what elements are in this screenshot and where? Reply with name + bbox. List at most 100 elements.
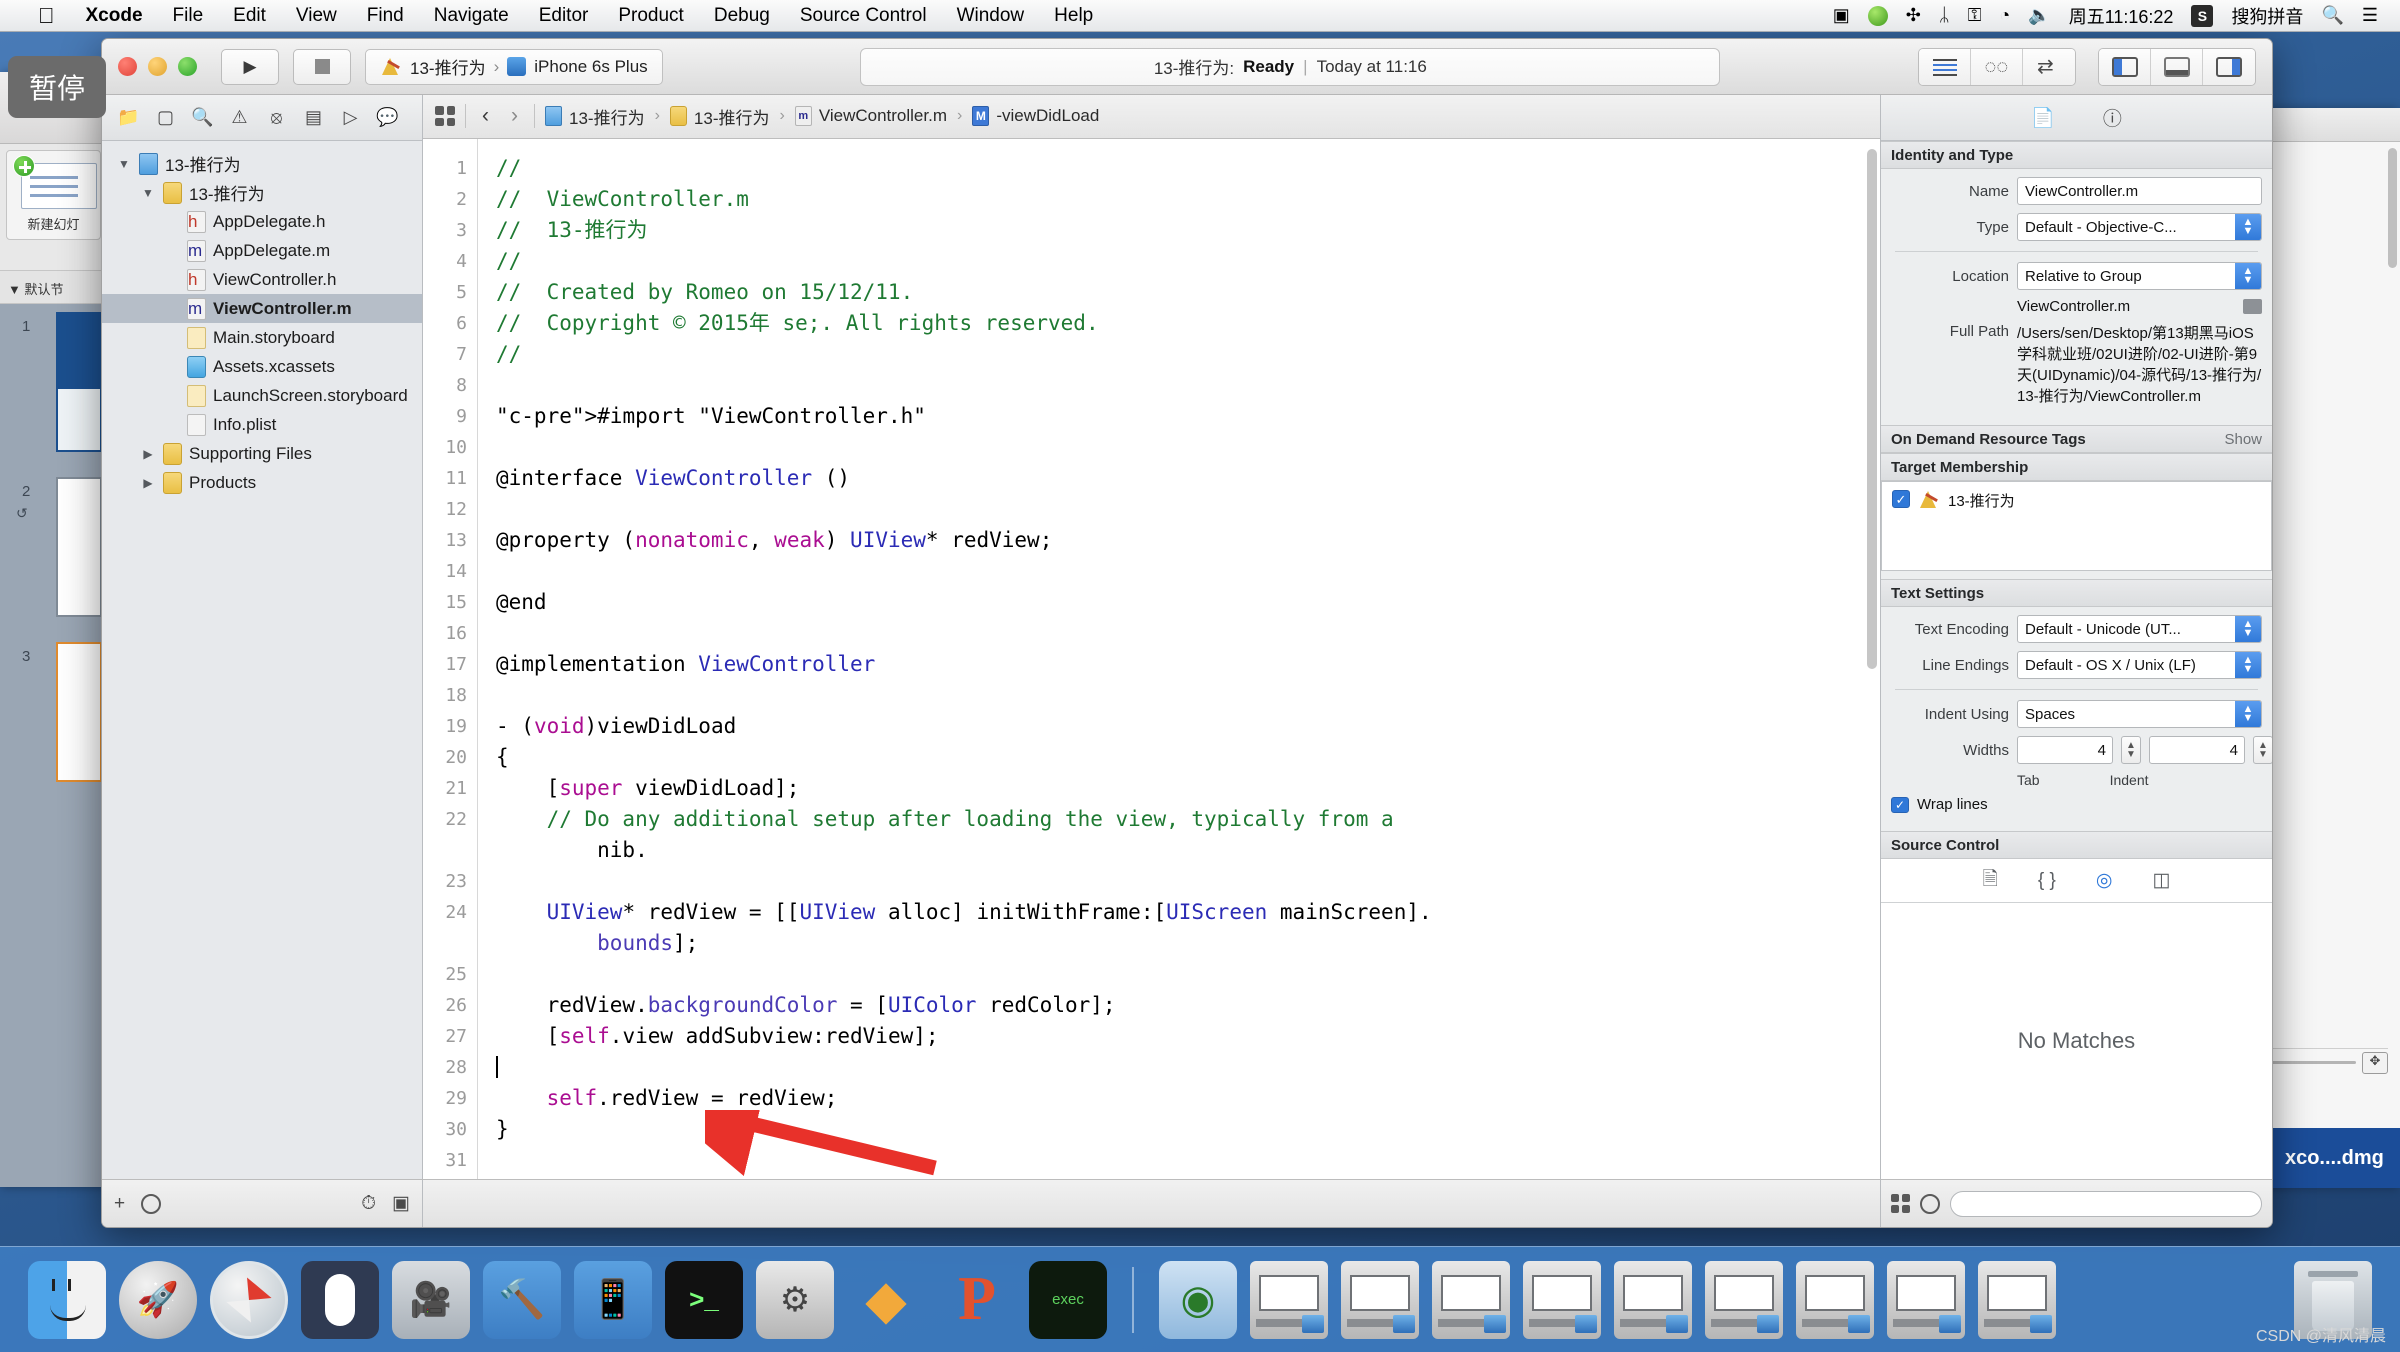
dock-item-safari[interactable]	[210, 1260, 288, 1339]
text-settings-header[interactable]: Text Settings	[1881, 579, 2272, 607]
navigator-tab-bar[interactable]: 📁 ▢ 🔍 ⚠ ⦻ ▤ ▷ 💬	[102, 95, 422, 141]
find-navigator-tab[interactable]: 🔍	[184, 101, 221, 135]
dock-item-launchpad[interactable]: 🚀	[119, 1260, 197, 1339]
code-line[interactable]: // Created by Romeo on 15/12/11.	[496, 277, 1880, 308]
menu-item-window[interactable]: Window	[942, 5, 1040, 27]
code-line[interactable]: @interface ViewController ()	[496, 463, 1880, 494]
tree-item-ViewController.m[interactable]: ▶mViewController.m	[102, 294, 422, 323]
code-line[interactable]: // Copyright © 2015年 se;. All rights res…	[496, 308, 1880, 339]
code-line[interactable]	[496, 680, 1880, 711]
menu-item-navigate[interactable]: Navigate	[419, 5, 524, 27]
type-select[interactable]: Default - Objective-C... ▲ ▼	[2017, 213, 2262, 241]
list-item[interactable]: 1	[0, 304, 107, 469]
project-navigator-tab[interactable]: 📁	[110, 101, 147, 135]
toggle-navigator-button[interactable]	[2099, 48, 2151, 85]
inspector-tab-bar[interactable]: 📄 ⓘ	[1881, 95, 2272, 141]
disclosure-open-icon[interactable]: ▼	[140, 186, 156, 200]
code-line[interactable]: UIView* redView = [[UIView alloc] initWi…	[496, 897, 1880, 959]
slide-thumb[interactable]	[56, 312, 102, 452]
source-code-text[interactable]: //// ViewController.m// 13-推行为//// Creat…	[478, 139, 1880, 1179]
source-control-button[interactable]: ▣	[392, 1192, 410, 1215]
code-line[interactable]	[496, 494, 1880, 525]
dock-minimized-window-4[interactable]	[1523, 1260, 1601, 1339]
breadcrumb-method[interactable]: M -viewDidLoad	[972, 106, 1099, 127]
pane-toggle-group[interactable]	[2098, 47, 2256, 86]
target-membership-list[interactable]: ✓ 13-推行为	[1881, 481, 2272, 571]
code-line[interactable]	[496, 556, 1880, 587]
choose-folder-icon[interactable]	[2243, 299, 2262, 314]
location-select[interactable]: Relative to Group ▲ ▼	[2017, 262, 2262, 290]
tree-item-AppDelegate.m[interactable]: ▶mAppDelegate.m	[102, 236, 422, 265]
dock-item-quicktime[interactable]: 🎥	[392, 1260, 470, 1339]
dock-minimized-window-1[interactable]	[1250, 1260, 1328, 1339]
code-line[interactable]: [self.view addSubview:redView];	[496, 1021, 1880, 1052]
chevron-updown-icon[interactable]: ▲ ▼	[2235, 652, 2261, 678]
keynote-section-header[interactable]: ▼ 默认节	[0, 270, 107, 304]
menu-item-xcode[interactable]: Xcode	[71, 5, 158, 27]
menu-item-view[interactable]: View	[281, 5, 352, 27]
dock-minimized-window-5[interactable]	[1614, 1260, 1692, 1339]
menu-item-help[interactable]: Help	[1039, 5, 1108, 27]
slide-thumb[interactable]	[56, 477, 102, 617]
symbol-navigator-tab[interactable]: ▢	[147, 101, 184, 135]
indent-width-field[interactable]: 4	[2149, 736, 2245, 764]
navigator-pane[interactable]: 📁 ▢ 🔍 ⚠ ⦻ ▤ ▷ 💬 ▼ 13-推行为 ▼ 13-推行为 ▶ h AppDeleg…	[102, 95, 423, 1179]
xcode-toolbar[interactable]: ▶ 13-推行为 › iPhone 6s Plus 13-推行为: Ready …	[102, 39, 2272, 95]
tab-width-stepper[interactable]: ▲ ▼	[2121, 736, 2141, 764]
code-line[interactable]: {	[496, 742, 1880, 773]
window-controls[interactable]	[118, 57, 197, 76]
tree-item-ViewController.h[interactable]: ▶hViewController.h	[102, 265, 422, 294]
source-control-header[interactable]: Source Control	[1881, 831, 2272, 859]
line-endings-select[interactable]: Default - OS X / Unix (LF) ▲ ▼	[2017, 651, 2262, 679]
menu-item-edit[interactable]: Edit	[218, 5, 281, 27]
toggle-debug-area-button[interactable]	[2151, 48, 2203, 85]
source-editor[interactable]: 1 2 3 4 5 6 7 8 9 10 11 12 13 14 15 16 17 18 19 20 21 22 23 24 2…	[423, 138, 1880, 1179]
slide-thumb[interactable]	[56, 642, 102, 782]
code-line[interactable]	[496, 959, 1880, 990]
tree-item-13[interactable]: ▼ 13-推行为	[102, 178, 422, 207]
dock-item-system-preferences[interactable]: ⚙	[756, 1260, 834, 1339]
disclosure-open-icon[interactable]: ▼	[116, 157, 132, 171]
dock-item-pages[interactable]: P	[938, 1261, 1016, 1339]
menu-item-file[interactable]: File	[158, 5, 219, 27]
dock-item-xcode[interactable]: 🔨	[483, 1260, 561, 1339]
chevron-updown-icon[interactable]: ▲ ▼	[2235, 263, 2261, 289]
inspector-bottom-bar[interactable]	[1880, 1180, 2272, 1227]
code-line[interactable]: // ViewController.m	[496, 184, 1880, 215]
tree-item-Products[interactable]: ▶ Products	[102, 468, 422, 497]
symbol-icon[interactable]: ◎	[2096, 869, 2113, 892]
stop-button[interactable]	[293, 48, 351, 85]
code-line[interactable]: @property (nonatomic, weak) UIView* redV…	[496, 525, 1880, 556]
identity-and-type-header[interactable]: Identity and Type	[1881, 141, 2272, 169]
scheme-selector[interactable]: 13-推行为 › iPhone 6s Plus	[365, 48, 663, 85]
quick-help-inspector-tab[interactable]: ⓘ	[2103, 104, 2122, 131]
show-link[interactable]: Show	[2224, 431, 2262, 448]
zoom-button[interactable]	[178, 57, 197, 76]
dock-item-exec-app[interactable]: exec	[1029, 1260, 1107, 1339]
editor-scrollbar[interactable]	[1867, 148, 1877, 669]
airplay-icon[interactable]: ✣	[1906, 5, 1921, 26]
code-line[interactable]: redView.backgroundColor = [UIColor redCo…	[496, 990, 1880, 1021]
debug-navigator-tab[interactable]: ▤	[295, 101, 332, 135]
target-membership-header[interactable]: Target Membership	[1881, 453, 2272, 481]
new-slide-button[interactable]: 新建幻灯	[6, 150, 101, 240]
file-inspector-tab[interactable]: 📄	[2031, 106, 2055, 130]
library-filter-input[interactable]	[1950, 1190, 2262, 1217]
code-line[interactable]	[496, 866, 1880, 897]
dock-item-xcode-beta[interactable]: 📱	[574, 1260, 652, 1339]
dock-item-sketch[interactable]: ◆	[847, 1261, 925, 1339]
code-line[interactable]: // Do any additional setup after loading…	[496, 804, 1880, 866]
chevron-updown-icon[interactable]: ▲ ▼	[2235, 701, 2261, 727]
code-line[interactable]: [super viewDidLoad];	[496, 773, 1880, 804]
code-line[interactable]: //	[496, 153, 1880, 184]
run-button[interactable]: ▶	[221, 48, 279, 85]
code-line[interactable]: // 13-推行为	[496, 215, 1880, 246]
tree-item-LaunchScreen.storyboard[interactable]: ▶LaunchScreen.storyboard	[102, 381, 422, 410]
recent-files-button[interactable]: ⏱	[361, 1193, 376, 1215]
menubar-clock[interactable]: 周五11:16:22	[2069, 3, 2174, 29]
chevron-updown-icon[interactable]: ▲ ▼	[2235, 214, 2261, 240]
menu-item-debug[interactable]: Debug	[699, 5, 785, 27]
chevron-updown-icon[interactable]: ▲ ▼	[2235, 616, 2261, 642]
code-line[interactable]	[496, 618, 1880, 649]
breadcrumb-project[interactable]: 13-推行为	[545, 104, 645, 129]
